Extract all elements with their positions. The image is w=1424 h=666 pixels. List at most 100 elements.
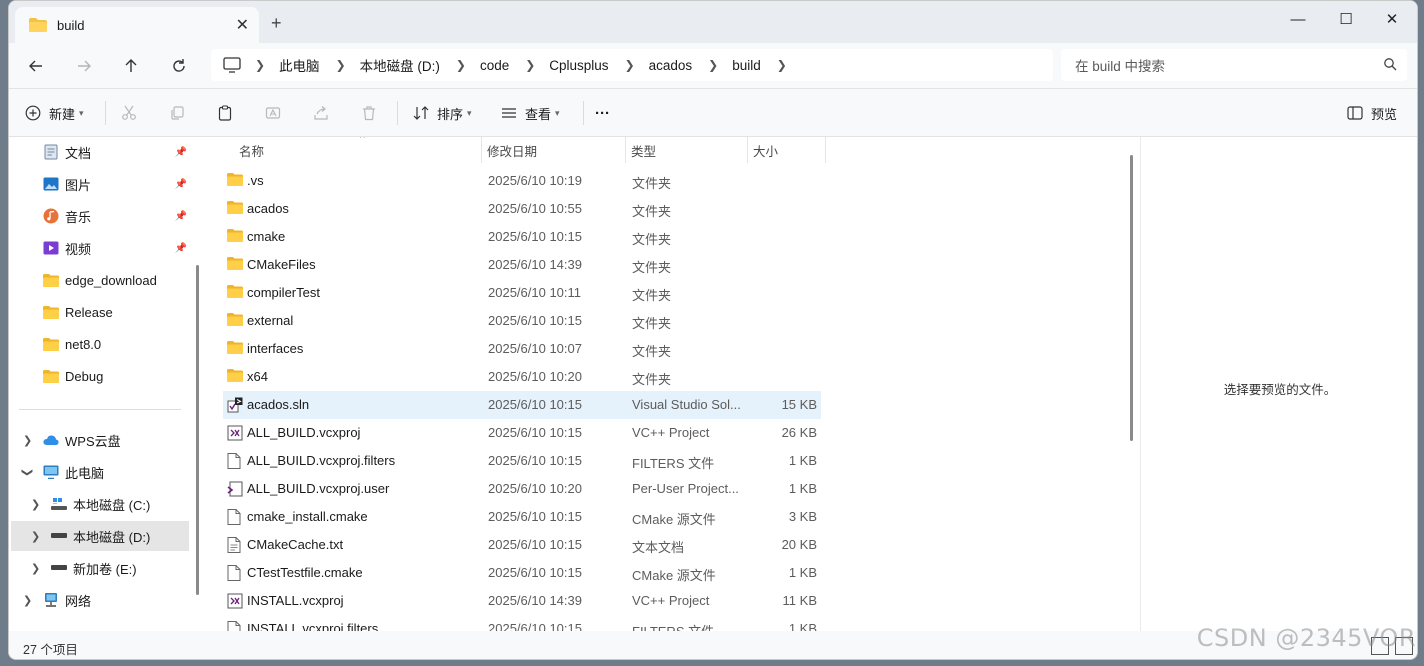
- sidebar-item-documents[interactable]: 文档 📌: [9, 137, 189, 167]
- view-button[interactable]: 查看 ▾: [501, 101, 560, 125]
- file-list-scrollbar[interactable]: [1130, 155, 1133, 441]
- sidebar-item-network[interactable]: ❯ 网络: [9, 585, 189, 615]
- vcxproj-icon: [227, 425, 243, 441]
- sidebar-item-videos[interactable]: 视频 📌: [9, 233, 189, 263]
- sidebar-item-drive-e[interactable]: ❯ 新加卷 (E:): [9, 553, 189, 583]
- preview-pane-button[interactable]: 预览: [1347, 101, 1397, 125]
- breadcrumb-item[interactable]: acados: [649, 58, 693, 73]
- view-label: 查看: [525, 106, 552, 122]
- chevron-right-icon[interactable]: ❯: [777, 58, 787, 72]
- close-window-button[interactable]: ✕: [1369, 5, 1415, 33]
- back-button[interactable]: [23, 53, 49, 79]
- sidebar-item-debug[interactable]: Debug: [9, 361, 189, 391]
- search-input[interactable]: 在 build 中搜索: [1061, 49, 1407, 81]
- new-button[interactable]: 新建 ▾: [25, 101, 84, 125]
- maximize-button[interactable]: ☐: [1323, 5, 1369, 33]
- file-type: 文件夹: [632, 372, 672, 387]
- chevron-right-icon[interactable]: ❯: [625, 58, 635, 72]
- breadcrumb-item[interactable]: build: [732, 58, 761, 73]
- sidebar-item-drive-c[interactable]: ❯ 本地磁盘 (C:): [9, 489, 189, 519]
- chevron-right-icon[interactable]: ❯: [336, 58, 346, 72]
- sidebar-item-release[interactable]: Release: [9, 297, 189, 327]
- delete-button[interactable]: [361, 101, 377, 125]
- file-row[interactable]: acados 2025/6/10 10:55 文件夹: [223, 195, 821, 223]
- chevron-down-icon[interactable]: ❯: [21, 467, 34, 476]
- copy-button[interactable]: [169, 101, 185, 125]
- file-row[interactable]: .vs 2025/6/10 10:19 文件夹: [223, 167, 821, 195]
- file-row[interactable]: INSTALL.vcxproj.filters 2025/6/10 10:15 FI…: [223, 615, 821, 631]
- file-type: CMake 源文件: [632, 568, 716, 583]
- minimize-button[interactable]: —: [1275, 5, 1321, 33]
- sidebar-item-wps-cloud[interactable]: ❯ WPS云盘: [9, 425, 189, 455]
- chevron-right-icon[interactable]: ❯: [23, 434, 32, 447]
- file-row[interactable]: ALL_BUILD.vcxproj.user 2025/6/10 10:20 Per…: [223, 475, 821, 503]
- file-modified-date: 2025/6/10 10:15: [488, 509, 582, 524]
- file-row[interactable]: interfaces 2025/6/10 10:07 文件夹: [223, 335, 821, 363]
- more-options-button[interactable]: ···: [595, 101, 610, 125]
- file-modified-date: 2025/6/10 14:39: [488, 593, 582, 608]
- file-row[interactable]: ALL_BUILD.vcxproj.filters 2025/6/10 10:15…: [223, 447, 821, 475]
- file-row[interactable]: cmake_install.cmake 2025/6/10 10:15 CMake …: [223, 503, 821, 531]
- file-modified-date: 2025/6/10 10:20: [488, 369, 582, 384]
- tab-build[interactable]: build ✕: [15, 7, 259, 43]
- pin-icon[interactable]: 📌: [175, 179, 187, 190]
- file-row[interactable]: ALL_BUILD.vcxproj 2025/6/10 10:15 VC++ Pro…: [223, 419, 821, 447]
- refresh-button[interactable]: [166, 53, 192, 79]
- column-header-size[interactable]: 大小: [753, 137, 823, 163]
- pin-icon[interactable]: 📌: [175, 211, 187, 222]
- column-header-type[interactable]: 类型: [631, 137, 745, 163]
- chevron-right-icon[interactable]: ❯: [456, 58, 466, 72]
- chevron-right-icon[interactable]: ❯: [23, 594, 32, 607]
- breadcrumb-item[interactable]: Cplusplus: [549, 58, 608, 73]
- sort-button[interactable]: 排序 ▾: [413, 101, 472, 125]
- file-row[interactable]: cmake 2025/6/10 10:15 文件夹: [223, 223, 821, 251]
- sidebar-item-this-pc[interactable]: ❯ 此电脑: [9, 457, 189, 487]
- breadcrumb-item[interactable]: 本地磁盘 (D:): [360, 55, 440, 75]
- file-row[interactable]: CTestTestfile.cmake 2025/6/10 10:15 CMake …: [223, 559, 821, 587]
- chevron-right-icon[interactable]: ❯: [31, 562, 40, 575]
- column-header-modified[interactable]: 修改日期: [487, 137, 623, 163]
- sidebar-item-net8[interactable]: net8.0: [9, 329, 189, 359]
- breadcrumb-item[interactable]: code: [480, 58, 509, 73]
- file-row[interactable]: acados.sln 2025/6/10 10:15 Visual Studio S…: [223, 391, 821, 419]
- column-header-name[interactable]: 名称: [239, 137, 479, 163]
- pin-icon[interactable]: 📌: [175, 147, 187, 158]
- file-list: 名称 ^ 修改日期 类型 大小 .vs 2025/6/10 10:19 文件夹 aca…: [207, 137, 1139, 631]
- share-button[interactable]: [313, 101, 329, 125]
- cut-button[interactable]: [121, 101, 137, 125]
- up-button[interactable]: [118, 53, 144, 79]
- rename-button[interactable]: [265, 101, 281, 125]
- file-row[interactable]: INSTALL.vcxproj 2025/6/10 14:39 VC++ Proje…: [223, 587, 821, 615]
- column-divider[interactable]: [481, 137, 482, 163]
- paste-button[interactable]: [217, 101, 233, 125]
- breadcrumb: ❯ 此电脑 ❯ 本地磁盘 (D:) ❯ code ❯ Cplusplus ❯ a…: [255, 55, 801, 75]
- column-divider[interactable]: [625, 137, 626, 163]
- file-row[interactable]: external 2025/6/10 10:15 文件夹: [223, 307, 821, 335]
- forward-button[interactable]: [71, 53, 97, 79]
- sidebar-item-label: 此电脑: [65, 465, 105, 481]
- file-row[interactable]: CMakeCache.txt 2025/6/10 10:15 文本文档 20 KB: [223, 531, 821, 559]
- breadcrumb-item[interactable]: 此电脑: [279, 55, 320, 75]
- windows-drive-icon: [51, 496, 67, 512]
- sidebar-item-label: 文档: [65, 145, 92, 161]
- sidebar-item-pictures[interactable]: 图片 📌: [9, 169, 189, 199]
- chevron-right-icon[interactable]: ❯: [708, 58, 718, 72]
- file-modified-date: 2025/6/10 10:15: [488, 397, 582, 412]
- sidebar-scrollbar[interactable]: [196, 265, 199, 595]
- address-bar[interactable]: ❯ 此电脑 ❯ 本地磁盘 (D:) ❯ code ❯ Cplusplus ❯ a…: [211, 49, 1053, 81]
- chevron-right-icon[interactable]: ❯: [31, 498, 40, 511]
- chevron-right-icon[interactable]: ❯: [525, 58, 535, 72]
- pin-icon[interactable]: 📌: [175, 243, 187, 254]
- file-row[interactable]: compilerTest 2025/6/10 10:11 文件夹: [223, 279, 821, 307]
- column-divider[interactable]: [747, 137, 748, 163]
- chevron-right-icon[interactable]: ❯: [31, 530, 40, 543]
- sidebar-item-drive-d[interactable]: ❯ 本地磁盘 (D:): [11, 521, 189, 551]
- sidebar-item-edge-download[interactable]: edge_download: [9, 265, 189, 295]
- sidebar-item-music[interactable]: 音乐 📌: [9, 201, 189, 231]
- file-row[interactable]: CMakeFiles 2025/6/10 14:39 文件夹: [223, 251, 821, 279]
- file-row[interactable]: x64 2025/6/10 10:20 文件夹: [223, 363, 821, 391]
- folder-icon: [227, 257, 243, 273]
- column-divider[interactable]: [825, 137, 826, 163]
- close-tab-icon[interactable]: ✕: [236, 15, 249, 35]
- new-tab-button[interactable]: +: [271, 13, 282, 34]
